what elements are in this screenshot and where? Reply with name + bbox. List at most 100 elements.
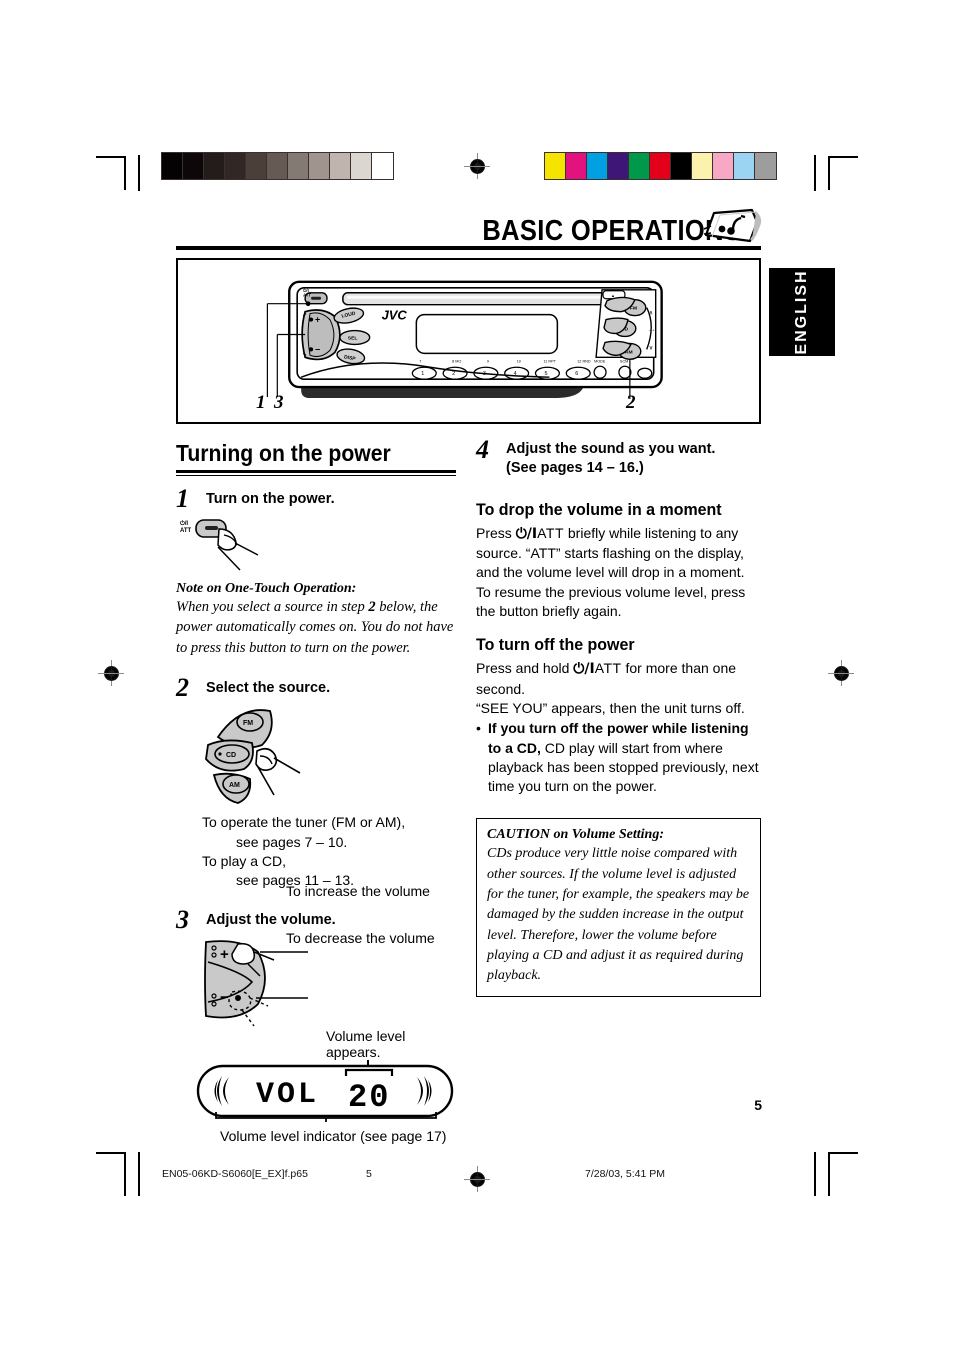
color-swatch-9 [734, 153, 755, 179]
left-column: Turning on the power 1 Turn on the power… [176, 440, 456, 1144]
svg-text:+: + [315, 315, 320, 325]
step-3-illustration: + − [202, 936, 456, 1036]
language-tab: ENGLISH [769, 268, 835, 356]
svg-text:∨: ∨ [649, 345, 653, 351]
volume-display-illustration: VOL 20 [196, 1045, 454, 1126]
color-swatch-3 [608, 153, 629, 179]
svg-text:MODE: MODE [594, 359, 606, 363]
step-3: 3 Adjust the volume. [176, 905, 456, 934]
svg-text:− +: − + [649, 328, 655, 333]
svg-text:⏻/I: ⏻/I [180, 520, 188, 527]
grayscale-calibration-bar [161, 152, 394, 180]
color-swatch-0 [162, 153, 183, 179]
step-1: 1 Turn on the power. [176, 484, 456, 513]
svg-text:10: 10 [517, 359, 521, 363]
color-swatch-9 [351, 153, 372, 179]
svg-text:−: − [315, 344, 320, 354]
volume-indicator-caption: Volume level indicator (see page 17) [220, 1127, 447, 1144]
section-rule-thin [176, 475, 456, 476]
caution-box: CAUTION on Volume Setting: CDs produce v… [476, 818, 761, 997]
svg-text:9: 9 [487, 359, 489, 363]
drop-volume-press-label: Press [476, 524, 512, 541]
att-button-name: ATT [537, 524, 564, 541]
crop-mark-br2-v [814, 1152, 816, 1196]
caution-body: CDs produce very little noise compared w… [487, 846, 750, 984]
svg-text:11 RPT: 11 RPT [543, 359, 556, 363]
footer-timestamp: 7/28/03, 5:41 PM [585, 1168, 665, 1180]
color-swatch-4 [246, 153, 267, 179]
chroma-calibration-bar [544, 152, 777, 180]
step-1-illustration: ⏻/I ATT [178, 515, 456, 577]
registration-mark-top [464, 153, 490, 179]
registration-mark-right [828, 660, 854, 686]
section-rule-thick [176, 470, 456, 473]
step-1-number: 1 [176, 484, 189, 513]
svg-text:FM: FM [243, 720, 253, 727]
color-swatch-0 [545, 153, 566, 179]
crop-mark-br-v [828, 1154, 830, 1196]
tuner-reference-line2: see pages 7 – 10. [236, 833, 348, 850]
crop-mark-bl-h [96, 1152, 126, 1154]
color-swatch-1 [183, 153, 204, 179]
step-4: 4 Adjust the sound as you want. (See pag… [476, 435, 761, 478]
svg-text:SEL: SEL [348, 335, 358, 341]
svg-text:7: 7 [419, 359, 421, 363]
color-swatch-6 [288, 153, 309, 179]
color-swatch-5 [267, 153, 288, 179]
step-3-title: Adjust the volume. [206, 911, 336, 928]
svg-text:5: 5 [544, 371, 547, 377]
crop-mark-bl-v [124, 1154, 126, 1196]
step-4-number: 4 [476, 435, 489, 464]
drop-volume-heading: To drop the volume in a moment [476, 499, 722, 519]
color-swatch-7 [309, 153, 330, 179]
volume-rocker-illustration: + − [204, 939, 308, 1026]
svg-text:6: 6 [575, 371, 578, 377]
right-column: 4 Adjust the sound as you want. (See pag… [476, 435, 761, 997]
step-2-number: 2 [176, 672, 189, 702]
turn-off-body: Press and hold ⏻/IATT for more than one … [476, 659, 761, 699]
svg-text:+: + [220, 946, 229, 963]
lcd-display: VOL 20 [196, 1045, 454, 1126]
step-3-number: 3 [176, 904, 189, 934]
step-2: 2 Select the source. [176, 673, 456, 702]
color-swatch-8 [713, 153, 734, 179]
color-swatch-7 [692, 153, 713, 179]
color-swatch-2 [204, 153, 225, 179]
color-swatch-2 [587, 153, 608, 179]
color-swatch-5 [650, 153, 671, 179]
svg-text:▲: ▲ [611, 293, 615, 298]
language-tab-label: ENGLISH [793, 269, 810, 355]
svg-text:2: 2 [452, 371, 455, 377]
note-step-ref: 2 [368, 598, 376, 615]
step-2-illustration: FM CD AM [202, 703, 456, 813]
footer-filename: EN05-06KD-S6060[E_EX]f.p65 [162, 1168, 308, 1180]
svg-text:CD: CD [226, 752, 236, 759]
crop-mark-tr-h [828, 156, 858, 158]
unit-diagram-frame: ⏻/I ATT + − LOUD SEL DISP JVC 7 8 MO 9 1… [176, 258, 761, 424]
power-button-press-illustration: ⏻/I ATT [180, 519, 259, 571]
callout-number-3: 3 [274, 392, 284, 413]
step-1-title: Turn on the power. [206, 491, 335, 507]
svg-text:SCM: SCM [620, 359, 628, 363]
color-swatch-6 [671, 153, 692, 179]
svg-text:ATT: ATT [180, 528, 192, 534]
crop-mark-tl-h [96, 156, 126, 158]
att-button-name-2: ATT [594, 660, 622, 677]
svg-text:∧: ∧ [649, 311, 653, 317]
one-touch-note-heading: Note on One-Touch Operation: [176, 580, 357, 596]
svg-text:−: − [220, 989, 229, 1006]
svg-text:AM: AM [229, 782, 240, 789]
crop-mark-tr-v [828, 158, 830, 190]
step-4-title-line2: (See pages 14 – 16.) [506, 459, 644, 476]
decrease-volume-label: To decrease the volume [286, 930, 435, 946]
cd-reference-line1: To play a CD, [202, 853, 287, 870]
svg-text:8 MO: 8 MO [452, 359, 461, 363]
turn-off-heading: To turn off the power [476, 635, 635, 655]
color-swatch-1 [566, 153, 587, 179]
crop-mark-br-h [828, 1152, 858, 1154]
manual-page: BASIC OPERATIONS ENGLISH ⏻/I ATT + − LOU… [0, 0, 954, 1351]
caution-heading: CAUTION on Volume Setting: [487, 827, 664, 843]
svg-text:JVC: JVC [382, 308, 408, 323]
registration-mark-bottom [464, 1166, 490, 1192]
color-swatch-10 [372, 153, 393, 179]
